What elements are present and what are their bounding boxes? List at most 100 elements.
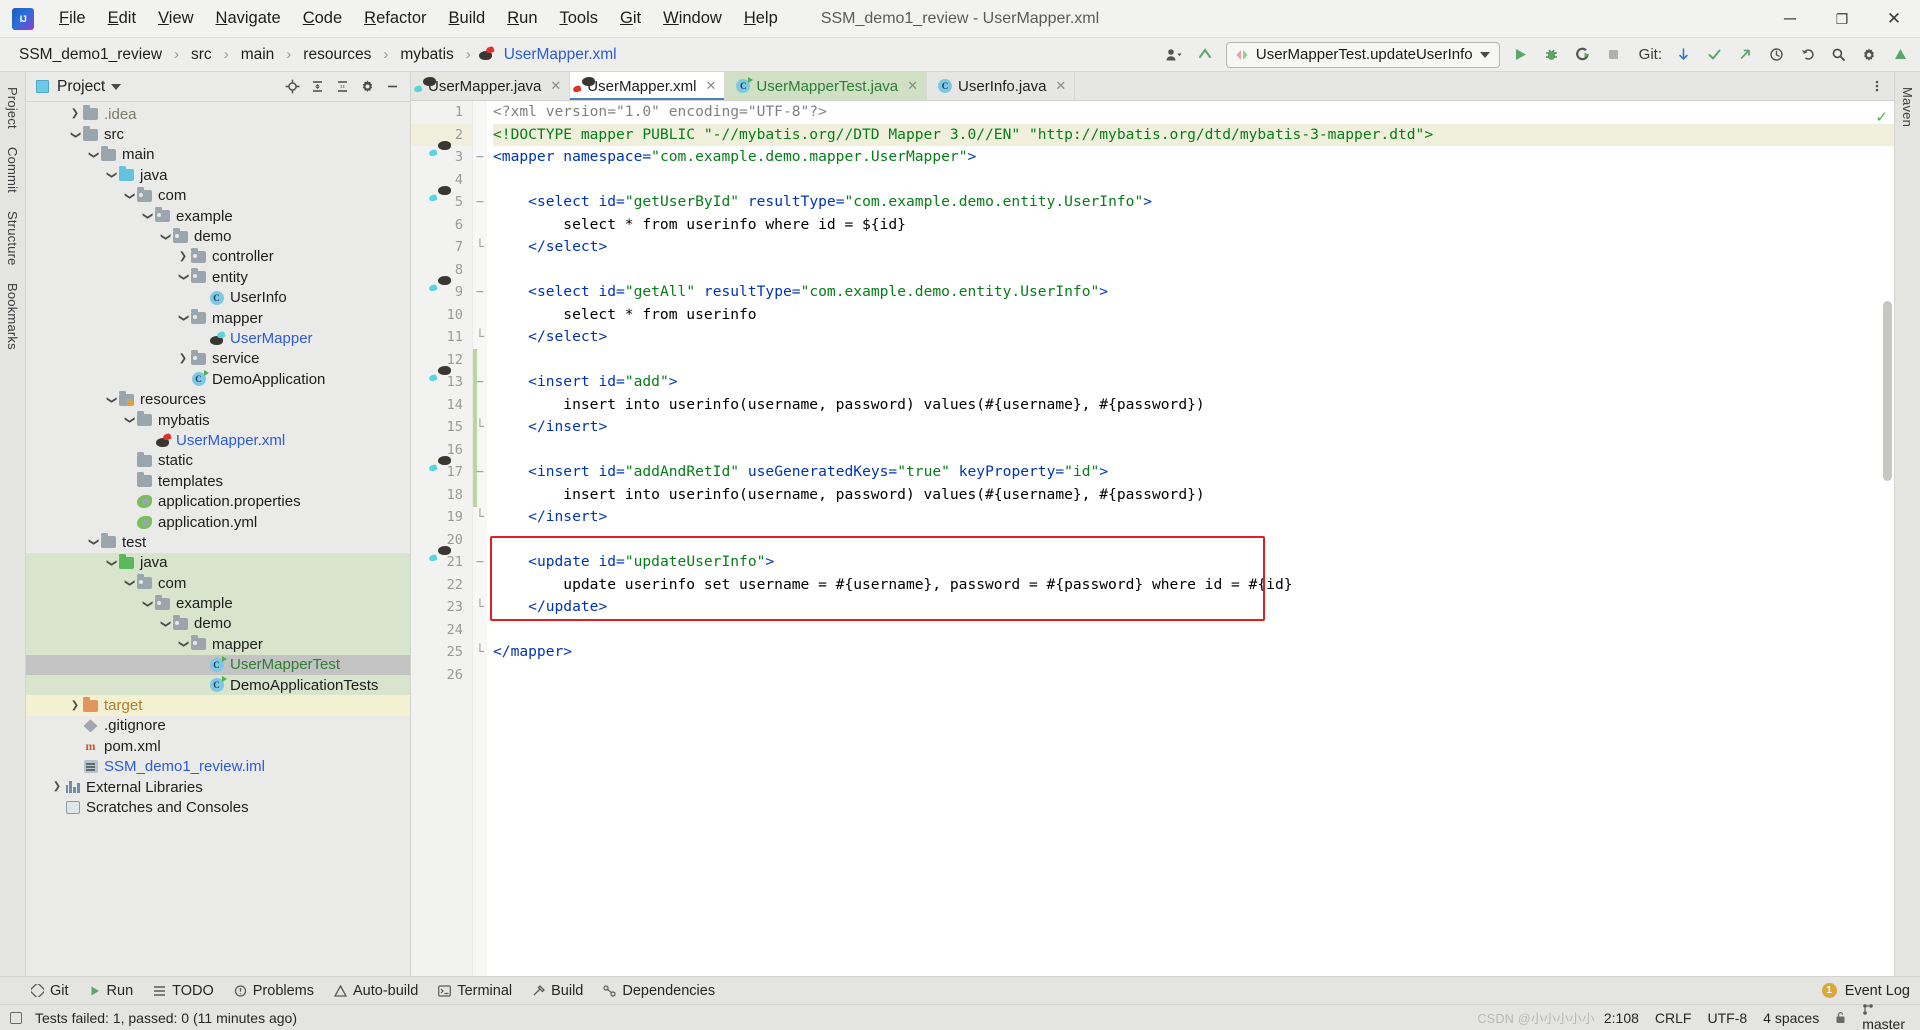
menu-run[interactable]: Run [496,4,548,33]
tool-window-dependencies[interactable]: Dependencies [594,980,724,1002]
project-settings-icon[interactable] [356,76,379,98]
code-line[interactable]: <select id="getAll" resultType="com.exam… [493,281,1894,304]
debug-button[interactable] [1538,42,1566,68]
tool-rail-maven[interactable]: Maven [1900,78,1915,136]
close-button[interactable]: ✕ [1868,0,1920,38]
editor-tab-userinfo-java[interactable]: C UserInfo.java ✕ [927,72,1076,100]
tree-node--gitignore[interactable]: · .gitignore [26,716,410,736]
expand-all-icon[interactable] [306,76,329,98]
close-tab-icon[interactable]: ✕ [550,78,561,94]
line-number[interactable]: 13 [411,371,472,394]
tool-rail-commit[interactable]: Commit [5,138,20,202]
run-button[interactable] [1507,42,1535,68]
line-number[interactable]: 3 [411,146,472,169]
menu-window[interactable]: Window [652,4,733,33]
fold-marker[interactable]: └ [473,416,487,439]
tree-node-resources[interactable]: ❯ resources [26,389,410,409]
tree-node-example[interactable]: ❯ example [26,206,410,226]
tree-node-mapper[interactable]: ❯ mapper [26,308,410,328]
chevron-down-icon[interactable]: ❯ [106,393,117,407]
line-number[interactable]: 23 [411,596,472,619]
tree-node-external-libraries[interactable]: ❯ External Libraries [26,777,410,797]
fold-marker[interactable]: └ [473,641,487,664]
code-line[interactable]: </select> [493,326,1894,349]
chevron-down-icon[interactable]: ❯ [178,311,189,325]
update-arrow-icon[interactable] [1191,42,1219,68]
tree-node-com[interactable]: ❯ com [26,572,410,594]
code-folding-strip[interactable]: − − └ − └ − └ − └ − └ └ [473,101,487,976]
run-with-coverage-button[interactable] [1569,42,1597,68]
code-line[interactable] [493,259,1894,282]
menu-build[interactable]: Build [438,4,497,33]
tree-node-scratches-and-consoles[interactable]: · Scratches and Consoles [26,797,410,817]
code-line[interactable] [493,169,1894,192]
menu-view[interactable]: View [147,4,204,33]
git-push-button[interactable] [1731,42,1759,68]
chevron-right-icon[interactable]: ❯ [68,700,82,711]
menu-help[interactable]: Help [733,4,789,33]
search-button[interactable] [1824,42,1852,68]
collapse-all-icon[interactable] [331,76,354,98]
tree-node-example[interactable]: ❯ example [26,593,410,614]
code-line[interactable]: </select> [493,236,1894,259]
fold-marker[interactable]: − [473,551,487,574]
line-number[interactable]: 24 [411,619,472,642]
tree-node--idea[interactable]: ❯ .idea [26,104,410,124]
code-line[interactable]: select * from userinfo where id = ${id} [493,214,1894,237]
tool-window-run[interactable]: Run [80,980,143,1002]
tool-window-build[interactable]: Build [523,980,592,1002]
fold-marker[interactable]: └ [473,596,487,619]
fold-marker[interactable]: └ [473,326,487,349]
menu-tools[interactable]: Tools [549,4,610,33]
tree-node-java[interactable]: ❯ java [26,165,410,185]
code-line[interactable] [493,439,1894,462]
code-content[interactable]: <?xml version="1.0" encoding="UTF-8"?> <!… [487,101,1894,976]
chevron-right-icon[interactable]: ❯ [176,251,190,262]
tree-node-entity[interactable]: ❯ entity [26,267,410,287]
code-line[interactable]: </insert> [493,416,1894,439]
line-number[interactable]: 10 [411,304,472,327]
tree-node-com[interactable]: ❯ com [26,186,410,206]
run-configuration-selector[interactable]: UserMapperTest.updateUserInfo [1225,41,1500,68]
code-line[interactable] [493,349,1894,372]
fold-marker[interactable]: − [473,281,487,304]
tree-node-main[interactable]: ❯ main [26,145,410,165]
fold-marker[interactable]: └ [473,506,487,529]
chevron-down-icon[interactable]: ❯ [160,230,171,244]
file-encoding[interactable]: UTF-8 [1700,1008,1754,1028]
code-line[interactable]: <!DOCTYPE mapper PUBLIC "-//mybatis.org/… [493,123,1894,146]
tree-node-demo[interactable]: ❯ demo [26,226,410,246]
editor-tab-usermapper-java[interactable]: UserMapper.java ✕ [411,72,571,100]
line-number[interactable]: 22 [411,574,472,597]
tool-window-todo[interactable]: TODO [144,980,223,1002]
tree-node-controller[interactable]: ❯ controller [26,247,410,267]
tree-node-java[interactable]: ❯ java [26,552,410,573]
tree-node-demo[interactable]: ❯ demo [26,613,410,635]
chevron-down-icon[interactable]: ❯ [70,128,81,142]
chevron-right-icon[interactable]: ❯ [176,353,190,364]
tree-node-userinfo[interactable]: ·C UserInfo [26,288,410,308]
breadcrumb-item-resources[interactable]: resources [298,44,376,66]
chevron-down-icon[interactable]: ❯ [106,168,117,182]
chevron-right-icon[interactable]: ❯ [68,109,82,119]
code-line[interactable]: insert into userinfo(username, password)… [493,484,1894,507]
code-line[interactable]: <update id="updateUserInfo"> [493,551,1894,574]
menu-refactor[interactable]: Refactor [353,4,437,33]
undo-button[interactable] [1793,42,1821,68]
project-tree[interactable]: ❯ .idea ❯ src ❯ main ❯ java ❯ com ❯ example ❯ demo ❯ co… [26,102,410,976]
chevron-down-icon[interactable]: ❯ [178,270,189,284]
line-number[interactable]: 18 [411,484,472,507]
code-line[interactable]: insert into userinfo(username, password)… [493,394,1894,417]
chevron-down-icon[interactable]: ❯ [160,617,171,631]
maximize-button[interactable]: ❐ [1816,0,1868,38]
chevron-down-icon[interactable]: ❯ [88,535,99,549]
read-write-lock-icon[interactable] [1828,1009,1853,1026]
menu-navigate[interactable]: Navigate [205,4,292,33]
indent-setting[interactable]: 4 spaces [1756,1008,1826,1028]
ide-badge-icon[interactable] [1886,42,1914,68]
code-line[interactable]: select * from userinfo [493,304,1894,327]
code-line[interactable] [493,619,1894,642]
tree-node-service[interactable]: ❯ service [26,349,410,369]
close-tab-icon[interactable]: ✕ [1055,78,1066,94]
line-separator[interactable]: CRLF [1648,1008,1699,1028]
